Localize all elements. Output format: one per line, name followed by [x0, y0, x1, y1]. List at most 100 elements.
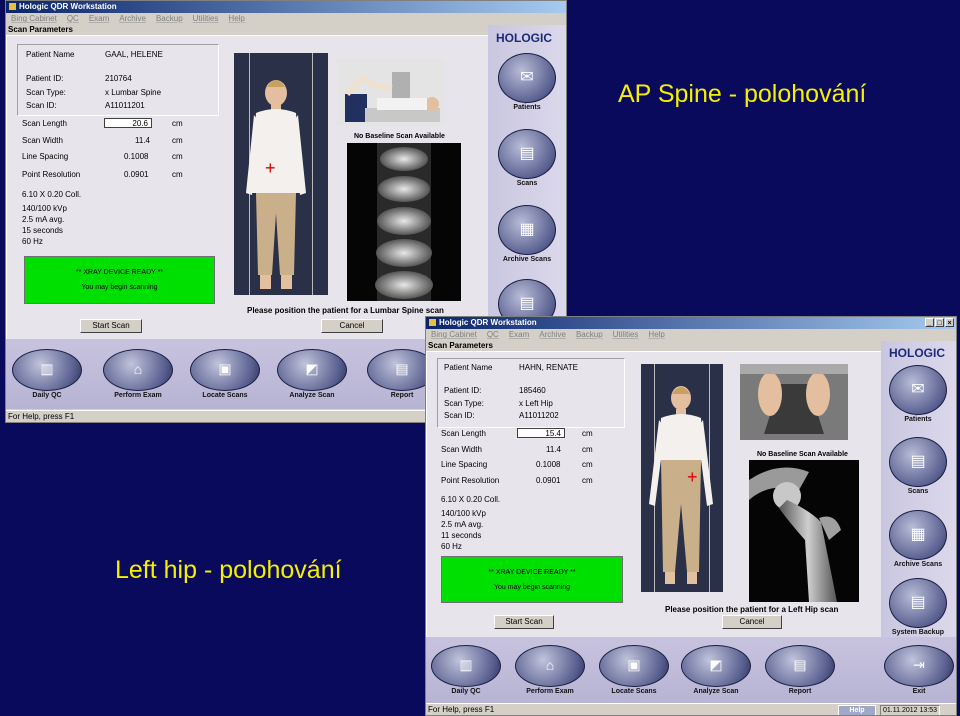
no-baseline-text: No Baseline Scan Available [757, 451, 848, 458]
spine-menubar: Bing Cabinet QC Exam Archive Backup Util… [6, 13, 566, 24]
daily-qc-label: Daily QC [32, 392, 62, 399]
daily-qc-label: Daily QC [451, 688, 481, 695]
menu-backup[interactable]: Backup [576, 329, 603, 340]
daily-qc-icon: ▥ [12, 349, 82, 391]
archive-scans-label: Archive Scans [893, 561, 943, 568]
scans-icon: ▤ [498, 129, 556, 179]
menu-exam[interactable]: Exam [509, 329, 529, 340]
scan-id-label: Scan ID: [444, 411, 475, 420]
scans-label: Scans [907, 488, 929, 495]
point-resolution-value: 0.0901 [536, 476, 561, 485]
cancel-button[interactable]: Cancel [321, 319, 383, 333]
menu-exam[interactable]: Exam [89, 13, 109, 24]
help-button[interactable]: Help [838, 705, 876, 715]
xray-ready-text: ** XRAY DEVICE READY ** [488, 569, 576, 576]
hologic-logo: HOLOGIC [496, 31, 552, 45]
line-spacing-unit: cm [582, 460, 593, 469]
tech-seconds: 15 seconds [22, 226, 63, 235]
archive-scans-button[interactable]: ▦ Archive Scans [887, 510, 949, 568]
crosshair-icon: + [265, 158, 276, 178]
window-title: Hologic QDR Workstation [439, 318, 537, 327]
hip-sidebar: HOLOGIC ✉ Patients ▤ Scans ▦ Archive Sca… [881, 341, 956, 637]
tech-seconds: 11 seconds [441, 531, 482, 540]
patient-name-value: GAAL, HELENE [105, 50, 163, 59]
menu-utilities[interactable]: Utilities [193, 13, 219, 24]
point-resolution-label: Point Resolution [22, 170, 81, 179]
daily-qc-button[interactable]: ▥ Daily QC [11, 349, 83, 399]
scans-button[interactable]: ▤ Scans [496, 129, 558, 187]
report-button[interactable]: ▤ Report [764, 645, 836, 695]
perform-exam-button[interactable]: ⌂ Perform Exam [514, 645, 586, 695]
scan-length-unit: cm [582, 429, 593, 438]
report-label: Report [788, 688, 812, 695]
patient-figure [246, 80, 306, 289]
menu-utilities[interactable]: Utilities [613, 329, 639, 340]
spine-titlebar: Hologic QDR Workstation [6, 1, 566, 13]
scan-id-value: A11011201 [105, 101, 145, 110]
positioning-illustration [740, 364, 848, 440]
menu-backup[interactable]: Backup [156, 13, 183, 24]
point-resolution-label: Point Resolution [441, 476, 500, 485]
positioning-photo [337, 58, 444, 126]
minimize-icon[interactable]: _ [925, 318, 934, 327]
menu-bing-cabinet[interactable]: Bing Cabinet [11, 13, 57, 24]
analyze-scan-button[interactable]: ◩ Analyze Scan [276, 349, 348, 399]
analyze-scan-label: Analyze Scan [693, 688, 739, 695]
daily-qc-icon: ▥ [431, 645, 501, 687]
menu-bing-cabinet[interactable]: Bing Cabinet [431, 329, 477, 340]
locate-scans-button[interactable]: ▣ Locate Scans [598, 645, 670, 695]
point-resolution-value: 0.0901 [124, 170, 149, 179]
scan-length-input[interactable]: 15.4 [517, 428, 565, 438]
close-icon[interactable]: × [945, 318, 954, 327]
archive-scans-button[interactable]: ▦ Archive Scans [496, 205, 558, 263]
menu-qc[interactable]: QC [487, 329, 499, 340]
analyze-scan-icon: ◩ [277, 349, 347, 391]
exit-button[interactable]: ⇥ Exit [883, 645, 955, 695]
menu-help[interactable]: Help [228, 13, 244, 24]
perform-exam-button[interactable]: ⌂ Perform Exam [102, 349, 174, 399]
tech-ma: 2.5 mA avg. [22, 215, 65, 224]
menu-archive[interactable]: Archive [539, 329, 566, 340]
app-icon [9, 3, 16, 10]
lumbar-spine-xray [347, 143, 461, 301]
hip-bottom-toolbar: ▥ Daily QC ⌂ Perform Exam ▣ Locate Scans… [426, 637, 956, 703]
patients-label: Patients [513, 104, 541, 111]
scans-button[interactable]: ▤ Scans [887, 437, 949, 495]
system-backup-button[interactable]: ▤ System Backup [887, 578, 949, 636]
menu-archive[interactable]: Archive [119, 13, 146, 24]
locate-scans-icon: ▣ [190, 349, 260, 391]
tech-hz: 60 Hz [22, 237, 43, 246]
point-resolution-unit: cm [582, 476, 593, 485]
begin-scanning-text: You may begin scanning [493, 584, 571, 591]
scan-type-value: x Left Hip [519, 399, 553, 408]
spine-xray-image [347, 143, 461, 301]
positioning-photo [740, 364, 848, 440]
cancel-button[interactable]: Cancel [722, 615, 782, 629]
scan-length-input[interactable]: 20.6 [104, 118, 152, 128]
start-scan-button[interactable]: Start Scan [494, 615, 554, 629]
patient-id-value: 210764 [105, 74, 132, 83]
scan-id-value: A11011202 [519, 411, 559, 420]
daily-qc-button[interactable]: ▥ Daily QC [430, 645, 502, 695]
analyze-scan-button[interactable]: ◩ Analyze Scan [680, 645, 752, 695]
patients-button[interactable]: ✉ Patients [496, 53, 558, 111]
scans-label: Scans [516, 180, 538, 187]
report-icon: ▤ [765, 645, 835, 687]
no-baseline-text: No Baseline Scan Available [354, 133, 445, 140]
patients-button[interactable]: ✉ Patients [887, 365, 949, 423]
xray-ready-box: ** XRAY DEVICE READY ** You may begin sc… [24, 256, 215, 304]
start-scan-button[interactable]: Start Scan [80, 319, 142, 333]
xray-ready-box: ** XRAY DEVICE READY ** You may begin sc… [441, 556, 623, 603]
line-spacing-label: Line Spacing [441, 460, 488, 469]
tech-kvp: 140/100 kVp [22, 204, 67, 213]
menu-qc[interactable]: QC [67, 13, 79, 24]
menu-help[interactable]: Help [648, 329, 664, 340]
scan-length-label: Scan Length [441, 429, 486, 438]
maximize-icon[interactable]: □ [935, 318, 944, 327]
archive-scans-label: Archive Scans [502, 256, 552, 263]
line-spacing-value: 0.1008 [124, 152, 149, 161]
position-instruction: Please position the patient for a Lumbar… [247, 306, 444, 315]
locate-scans-button[interactable]: ▣ Locate Scans [189, 349, 261, 399]
hip-statusbar: For Help, press F1 Help 01.11.2012 13:53 [426, 703, 956, 715]
analyze-scan-label: Analyze Scan [289, 392, 335, 399]
